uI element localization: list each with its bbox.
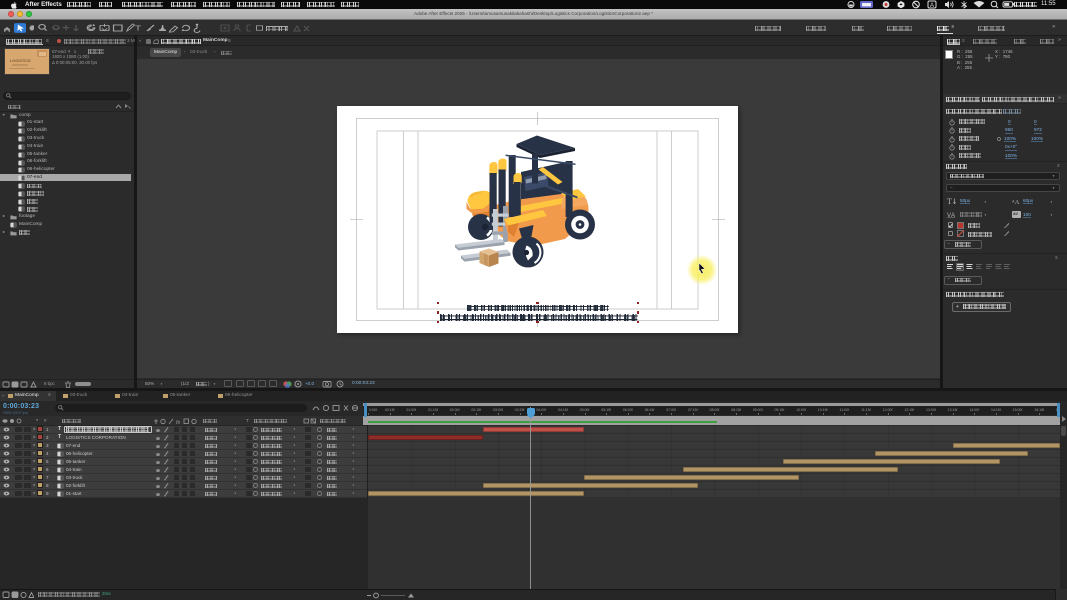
svg-text:T: T <box>135 24 142 32</box>
svg-text:fx: fx <box>176 420 181 425</box>
svg-text:V̲A̲: V̲A̲ <box>947 213 955 218</box>
svg-text:ᴬA: ᴬA <box>1012 199 1020 205</box>
svg-text:T: T <box>947 197 952 205</box>
